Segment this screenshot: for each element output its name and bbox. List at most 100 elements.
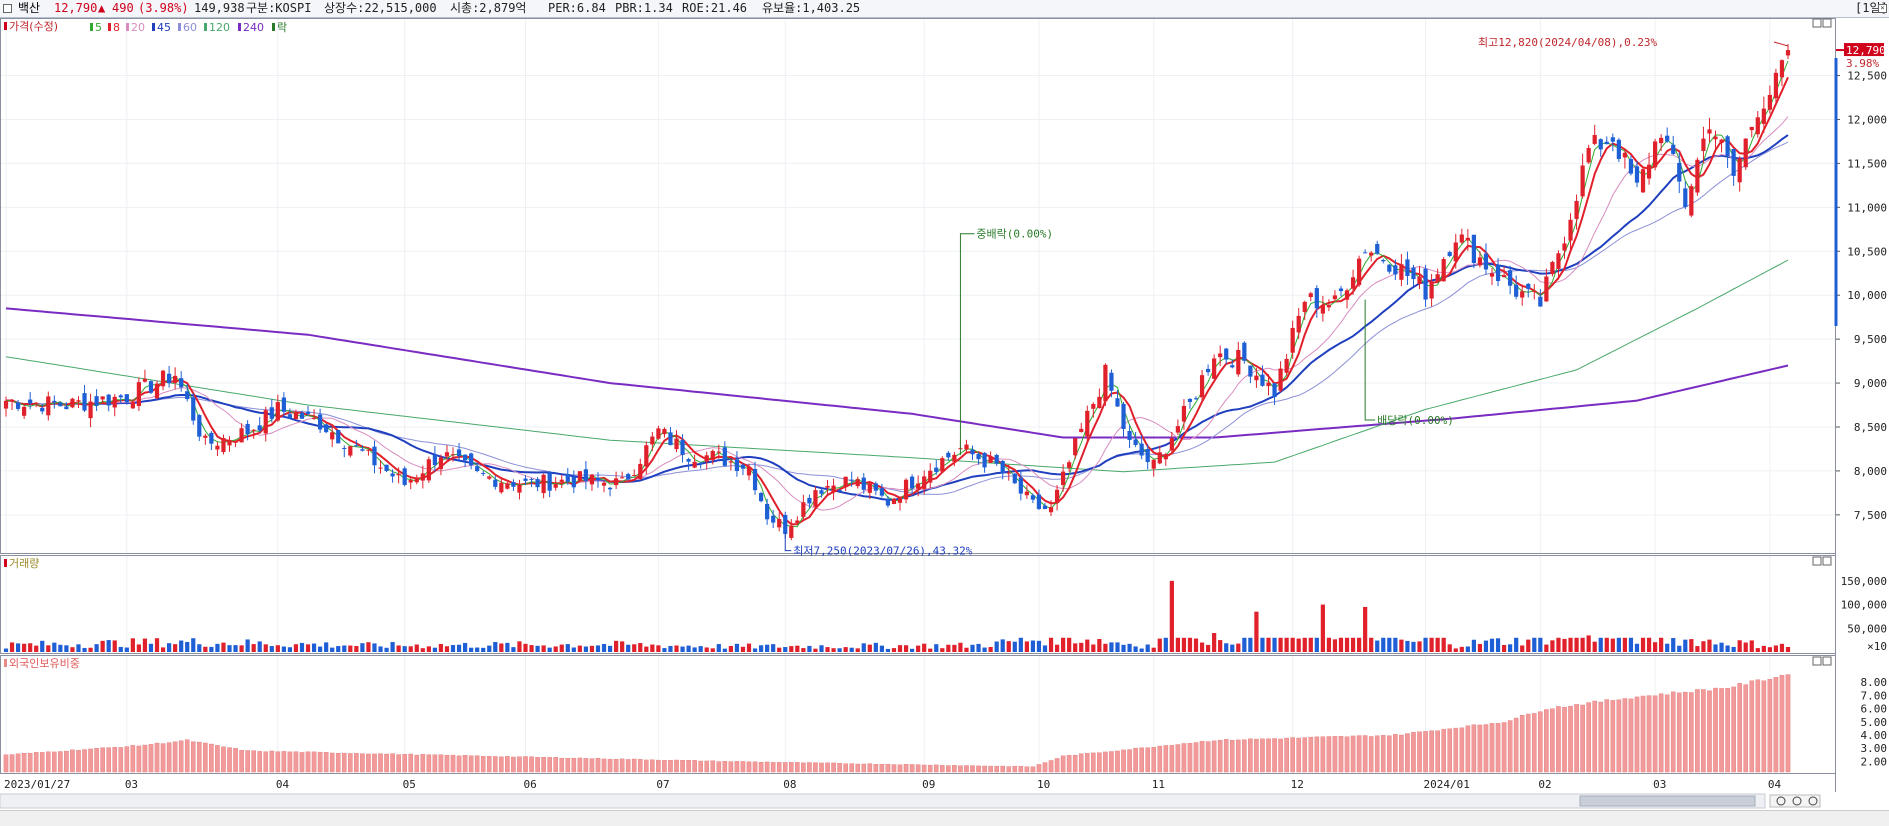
candle-body (632, 474, 637, 476)
foreign-bar (1399, 734, 1404, 773)
foreign-bar (939, 765, 945, 773)
volume-bar (1616, 637, 1621, 652)
volume-bar (100, 640, 105, 652)
horizontal-scrollbar[interactable] (0, 793, 1766, 809)
volume-bar (40, 640, 45, 652)
candle-body (1393, 265, 1398, 275)
legend-ma-swatch (126, 23, 129, 31)
candle-body (1586, 147, 1591, 163)
volume-bar (1278, 637, 1283, 652)
candle-body (1290, 327, 1295, 353)
candle-body (614, 478, 619, 486)
candle-body (1054, 489, 1060, 503)
volume-bar (758, 645, 764, 652)
foreign-bar (964, 765, 969, 773)
candle (148, 380, 154, 395)
volume-tick-label: 50,000 (1847, 622, 1887, 635)
foreign-bar (668, 760, 673, 773)
volume-bar (1308, 637, 1313, 652)
foreign-bar (1338, 735, 1344, 773)
candle-body (426, 459, 431, 481)
candle-body (601, 482, 607, 486)
candle-body (909, 476, 915, 489)
foreign-bar (885, 764, 891, 773)
volume-bar (1471, 639, 1476, 652)
foreign-bar (1199, 741, 1205, 773)
foreign-bar (58, 751, 63, 773)
last-pct-label: 3.98% (1846, 57, 1879, 70)
candle-body (1634, 166, 1640, 183)
volume-bar (644, 646, 649, 652)
foreign-bar (233, 748, 238, 773)
volume-bar (529, 645, 534, 652)
last-price-label: 12,790 (1846, 44, 1886, 57)
scroll-thumb[interactable] (1579, 795, 1756, 807)
stock-chart[interactable]: 가격(수정) 5 8 20 45 60 120 240 락 거래량 외국인보유비중 12,50… (0, 18, 1889, 810)
foreign-bar (1640, 695, 1646, 773)
candle-body (148, 381, 154, 393)
candle-body (752, 468, 758, 491)
candle-body (1175, 426, 1180, 433)
foreign-bar (1562, 706, 1567, 773)
candle (758, 491, 764, 503)
foreign-bar (927, 764, 933, 773)
foreign-bar (462, 755, 468, 773)
candle-body (438, 457, 444, 470)
candle (336, 429, 341, 444)
volume-bar (1447, 644, 1452, 652)
candle-body (1526, 283, 1531, 289)
candle-body (493, 479, 498, 487)
low-annotation: 최저7,250(2023/07/26),43.32% (793, 545, 973, 558)
volume-bar (1018, 637, 1023, 652)
candle-body (46, 396, 51, 416)
candle-body (1477, 257, 1483, 266)
zoom-controls[interactable] (1769, 794, 1821, 808)
candle-body (1465, 237, 1470, 241)
foreign-bar (450, 754, 456, 773)
candle-body (1737, 158, 1742, 183)
candle-body (662, 428, 667, 435)
candle-body (644, 445, 649, 467)
volume-bar (662, 648, 667, 652)
volume-bar (15, 643, 21, 652)
x-axis-label: 02 (1538, 778, 1551, 791)
volume-bar (52, 642, 57, 652)
foreign-bar (432, 754, 438, 773)
foreign-bar (311, 751, 317, 773)
legend-ma-label: 20 (131, 21, 145, 34)
foreign-bar (1169, 745, 1175, 773)
foreign-bar (1652, 695, 1658, 773)
foreign-bar (1393, 734, 1398, 773)
volume-bar (1719, 642, 1724, 652)
candle (426, 456, 431, 483)
foreign-bar (1344, 736, 1350, 773)
price-tick-label: 11,000 (1847, 201, 1887, 214)
volume-bar (740, 646, 746, 652)
foreign-bar (1761, 680, 1767, 773)
foreign-bar (426, 754, 432, 773)
candle-body (620, 477, 625, 479)
volume-bar (952, 644, 957, 652)
foreign-bar (106, 747, 111, 773)
foreign-bar (1308, 736, 1314, 773)
window-menu-icon[interactable] (3, 4, 12, 13)
volume-bar (668, 645, 673, 652)
volume-bar (1622, 637, 1628, 652)
foreign-bar (1211, 740, 1217, 773)
volume-bar (1495, 638, 1501, 652)
volume-bar (1640, 637, 1646, 652)
candle-body (1169, 438, 1174, 451)
volume-bar (1598, 637, 1603, 652)
candle-body (1387, 264, 1392, 272)
stock-name[interactable]: 백산 (18, 0, 40, 17)
foreign-bar (982, 765, 987, 773)
foreign-bar (118, 747, 124, 773)
candle (1743, 138, 1748, 170)
candle-body (414, 477, 419, 483)
close-icon[interactable]: × (1878, 4, 1887, 13)
candle-body (728, 461, 733, 463)
volume-bar (903, 645, 909, 652)
candle-body (1677, 162, 1682, 182)
price-tick-label: 8,500 (1854, 421, 1887, 434)
foreign-bar (577, 757, 583, 773)
